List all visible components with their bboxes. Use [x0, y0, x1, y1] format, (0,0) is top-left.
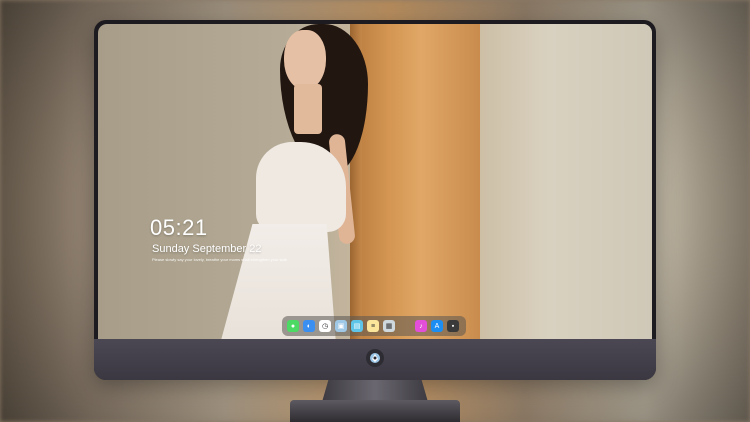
wallpaper-wall [480, 24, 652, 339]
music-icon[interactable]: ♪ [415, 320, 427, 332]
brand-logo-icon [366, 349, 384, 367]
lock-clock: 05:21 [150, 215, 208, 240]
lock-screen[interactable]: 05:21 Sunday September 22 Please slowly … [98, 24, 652, 339]
monitor: 05:21 Sunday September 22 Please slowly … [94, 20, 656, 380]
finder-icon[interactable]: ◐ [303, 320, 315, 332]
monitor-stand-neck [322, 380, 428, 402]
clock-icon[interactable]: ◷ [319, 320, 331, 332]
monitor-chin [94, 339, 656, 380]
clapper-icon[interactable]: ▤ [351, 320, 363, 332]
wallpaper-figure-face [284, 30, 326, 90]
wallpaper-door [350, 24, 480, 339]
calculator-icon[interactable]: ▪ [447, 320, 459, 332]
monitor-stand-base [290, 400, 460, 422]
photos-icon[interactable]: ▦ [383, 320, 395, 332]
wallpaper-figure-dress-top [256, 142, 346, 232]
lock-date: Sunday September 22 [152, 243, 262, 255]
messages-icon[interactable]: ● [287, 320, 299, 332]
lock-tagline: Please slowly say your lovely, breathe y… [152, 257, 287, 262]
appstore-icon[interactable]: A [431, 320, 443, 332]
notes-icon[interactable]: ≡ [367, 320, 379, 332]
preview-icon[interactable]: ▣ [335, 320, 347, 332]
wallpaper-figure-neck [294, 84, 322, 134]
dock: ● ◐ ◷ ▣ ▤ ≡ ▦ ♪ A ▪ [282, 316, 466, 336]
